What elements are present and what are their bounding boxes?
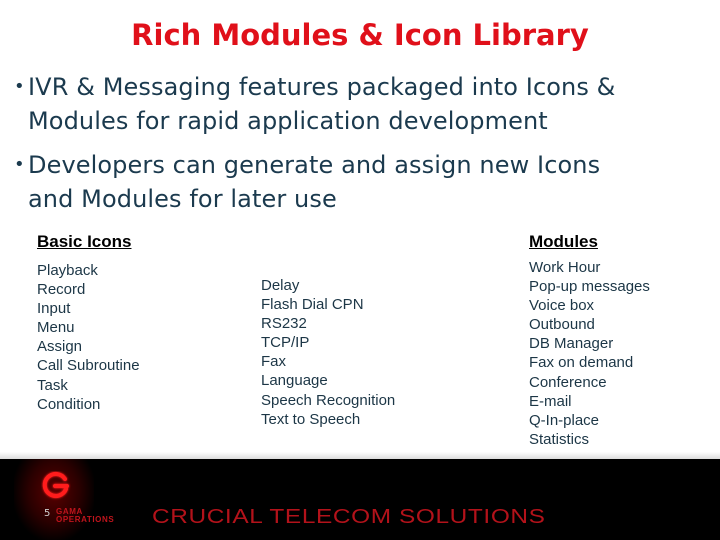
bullet-item: • Developers can generate and assign new… [12,148,712,216]
list-item: DB Manager [529,335,614,353]
list-item: TCP/IP [261,334,310,352]
basic-icons-list: Playback Record Input Menu Assign Call S… [37,261,140,414]
list-item: Outbound [529,316,595,334]
list-item: Input [37,300,71,318]
bullet-item: • IVR & Messaging features packaged into… [12,70,712,138]
list-item: Statistics [529,430,590,448]
bullet-dot-icon: • [14,154,25,175]
list-item: Task [37,376,68,394]
basic-icons-heading: Basic Icons [37,232,132,251]
basic-icons-column: Basic Icons Playback Record Input Menu A… [37,232,140,414]
bullet-line: Modules for rapid application developmen… [28,107,548,135]
list-item: Playback [37,262,98,279]
list-item: Delay [261,277,300,294]
list-item: Fax [261,353,287,371]
bullet-list: • IVR & Messaging features packaged into… [12,70,712,226]
list-item: Voice box [529,297,595,315]
list-item: Pop-up messages [529,278,650,296]
list-item: RS232 [261,315,307,333]
tagline: CRUCIAL TELECOM SOLUTIONS [152,506,546,528]
page-number: 5 [44,508,51,519]
list-item: Assign [37,338,83,356]
slide-title: Rich Modules & Icon Library [131,18,589,52]
list-item: Fax on demand [529,354,634,372]
list-item: Q-In-place [529,411,600,429]
brand-name: GAMA OPERATIONS [56,508,114,524]
more-icons-column: Delay Flash Dial CPN RS232 TCP/IP Fax La… [261,276,395,429]
list-item: Condition [37,395,101,413]
bullet-dot-icon: • [14,76,25,97]
list-item: Language [261,372,328,390]
modules-heading: Modules [529,232,598,251]
list-item: Record [37,281,86,299]
list-item: Flash Dial CPN [261,296,364,314]
footer-bar: 5 GAMA OPERATIONS CRUCIAL TELECOM SOLUTI… [0,459,720,540]
gama-g-logo-icon [42,471,70,499]
list-item: E-mail [529,392,572,410]
brand-line: OPERATIONS [56,515,115,524]
list-item: Menu [37,319,75,337]
bullet-line: IVR & Messaging features packaged into I… [28,73,616,101]
list-item: Speech Recognition [261,391,396,409]
list-item: Text to Speech [261,410,361,428]
modules-column: Modules Work Hour Pop-up messages Voice … [529,232,650,449]
more-icons-list: Delay Flash Dial CPN RS232 TCP/IP Fax La… [261,276,395,429]
list-item: Work Hour [529,259,601,276]
modules-list: Work Hour Pop-up messages Voice box Outb… [529,258,650,449]
list-item: Conference [529,373,607,391]
list-item: Call Subroutine [37,357,140,375]
bullet-line: Developers can generate and assign new I… [28,151,601,179]
bullet-line: and Modules for later use [28,185,337,213]
